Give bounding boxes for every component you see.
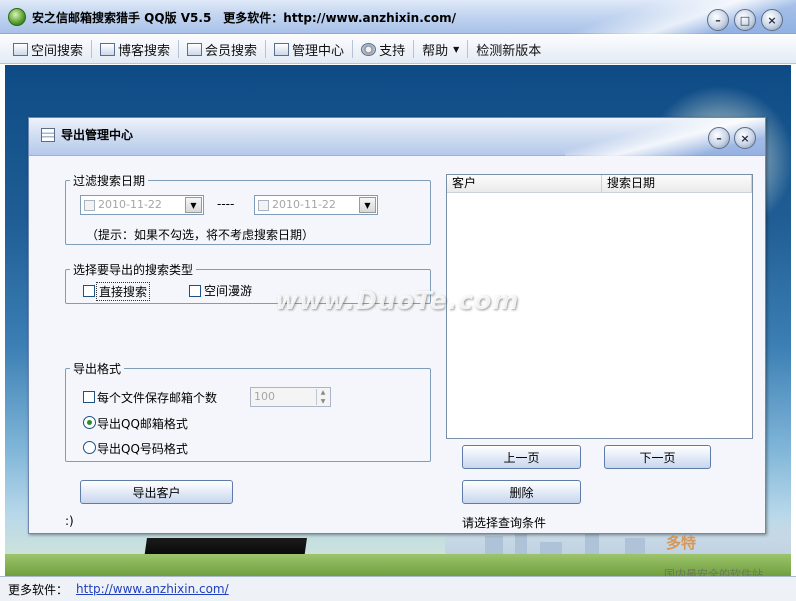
toolbar-member-search[interactable]: 会员搜索	[182, 38, 262, 60]
toolbar-divider	[91, 40, 93, 58]
toolbar-label: 帮助	[422, 43, 449, 59]
qq-email-format-label[interactable]: 导出QQ邮箱格式	[97, 415, 188, 432]
window-icon	[274, 42, 290, 56]
corner-logo-watermark: 多特 国内最安全的软件站	[640, 526, 790, 582]
toolbar-divider	[413, 40, 415, 58]
gear-icon	[361, 42, 377, 56]
status-bar: 更多软件： http://www.anzhixin.com/	[0, 576, 796, 601]
column-header-search-date[interactable]: 搜索日期	[602, 175, 752, 192]
toolbar-blog-search[interactable]: 博客搜索	[95, 38, 175, 60]
main-toolbar: 空间搜索 博客搜索 会员搜索 管理中心 支持 帮助 ▼ 检测新版本	[0, 35, 796, 64]
add-member-icon	[187, 42, 203, 56]
space-roam-checkbox[interactable]	[189, 285, 201, 297]
toolbar-label: 支持	[379, 43, 406, 59]
next-page-button[interactable]: 下一页	[604, 445, 711, 469]
query-hint-text: 请选择查询条件	[462, 516, 547, 530]
chevron-down-icon[interactable]: ▼	[359, 197, 376, 213]
export-management-dialog: 导出管理中心 – × 过滤搜索日期 2010-11-22 ▼ ---- 2010…	[28, 117, 766, 534]
toolbar-check-update[interactable]: 检测新版本	[471, 38, 546, 60]
website-link[interactable]: http://www.anzhixin.com/	[76, 582, 229, 596]
export-customers-button[interactable]: 导出客户	[80, 480, 233, 504]
app-titlebar[interactable]: 安之信邮箱搜索猎手 QQ版 V5.5 更多软件：http://www.anzhi…	[0, 0, 796, 34]
toolbar-divider	[467, 40, 469, 58]
from-date-checkbox[interactable]	[84, 200, 95, 211]
chevron-down-icon: ▼	[453, 44, 460, 54]
maximize-button[interactable]: □	[734, 9, 756, 31]
per-file-count-label[interactable]: 每个文件保存邮箱个数	[97, 389, 217, 406]
date-separator: ----	[217, 197, 235, 211]
chevron-down-icon[interactable]: ▼	[185, 197, 202, 213]
to-date-picker[interactable]: 2010-11-22 ▼	[254, 195, 378, 215]
per-file-count-checkbox[interactable]	[83, 391, 95, 403]
minimize-button[interactable]: –	[707, 9, 729, 31]
toolbar-help-menu[interactable]: 帮助 ▼	[417, 38, 464, 60]
to-date-value: 2010-11-22	[272, 198, 336, 211]
window-icon	[13, 42, 28, 56]
column-header-customer[interactable]: 客户	[447, 175, 602, 192]
date-filter-legend: 过滤搜索日期	[73, 174, 146, 188]
space-roam-label[interactable]: 空间漫游	[204, 282, 252, 299]
window-icon	[100, 42, 116, 56]
dialog-close-button[interactable]: ×	[734, 127, 756, 149]
per-file-count-stepper[interactable]: 100 ▲ ▼	[250, 387, 331, 407]
toolbar-label: 管理中心	[292, 43, 345, 59]
direct-search-checkbox[interactable]	[83, 285, 95, 297]
toolbar-divider	[265, 40, 267, 58]
toolbar-label: 空间搜索	[31, 43, 84, 59]
direct-search-label[interactable]: 直接搜索	[96, 282, 151, 301]
delete-button[interactable]: 删除	[462, 480, 581, 504]
per-file-count-value: 100	[254, 390, 275, 403]
app-title: 安之信邮箱搜索猎手 QQ版 V5.5 更多软件：http://www.anzhi…	[32, 11, 457, 25]
qq-number-format-label[interactable]: 导出QQ号码格式	[97, 440, 188, 457]
status-bar-label: 更多软件：	[8, 582, 69, 597]
toolbar-management-center[interactable]: 管理中心	[269, 38, 349, 60]
status-smiley: :)	[65, 514, 74, 528]
dialog-titlebar[interactable]: 导出管理中心 – ×	[29, 118, 765, 156]
export-format-legend: 导出格式	[73, 362, 122, 376]
app-logo-icon	[8, 8, 26, 26]
dialog-window-icon	[41, 128, 55, 142]
qq-email-format-radio[interactable]	[83, 416, 96, 429]
toolbar-divider	[352, 40, 354, 58]
customer-list-header: 客户 搜索日期	[447, 175, 752, 193]
toolbar-space-search[interactable]: 空间搜索	[8, 38, 88, 60]
toolbar-support[interactable]: 支持	[356, 38, 410, 60]
to-date-checkbox[interactable]	[258, 200, 269, 211]
search-type-legend: 选择要导出的搜索类型	[73, 263, 194, 277]
date-filter-hint: （提示：如果不勾选，将不考虑搜索日期）	[86, 228, 315, 242]
from-date-picker[interactable]: 2010-11-22 ▼	[80, 195, 204, 215]
toolbar-label: 博客搜索	[118, 43, 171, 59]
qq-number-format-radio[interactable]	[83, 441, 96, 454]
dialog-title: 导出管理中心	[61, 128, 134, 142]
stepper-arrows-icon[interactable]: ▲ ▼	[316, 389, 329, 405]
duote-watermark: www.DuoTe.com	[275, 286, 520, 315]
prev-page-button[interactable]: 上一页	[462, 445, 581, 469]
toolbar-label: 会员搜索	[205, 43, 258, 59]
close-button[interactable]: ×	[761, 9, 783, 31]
from-date-value: 2010-11-22	[98, 198, 162, 211]
toolbar-label: 检测新版本	[476, 43, 542, 59]
corner-logo-text: 多特	[666, 534, 697, 552]
dialog-minimize-button[interactable]: –	[708, 127, 730, 149]
toolbar-divider	[178, 40, 180, 58]
